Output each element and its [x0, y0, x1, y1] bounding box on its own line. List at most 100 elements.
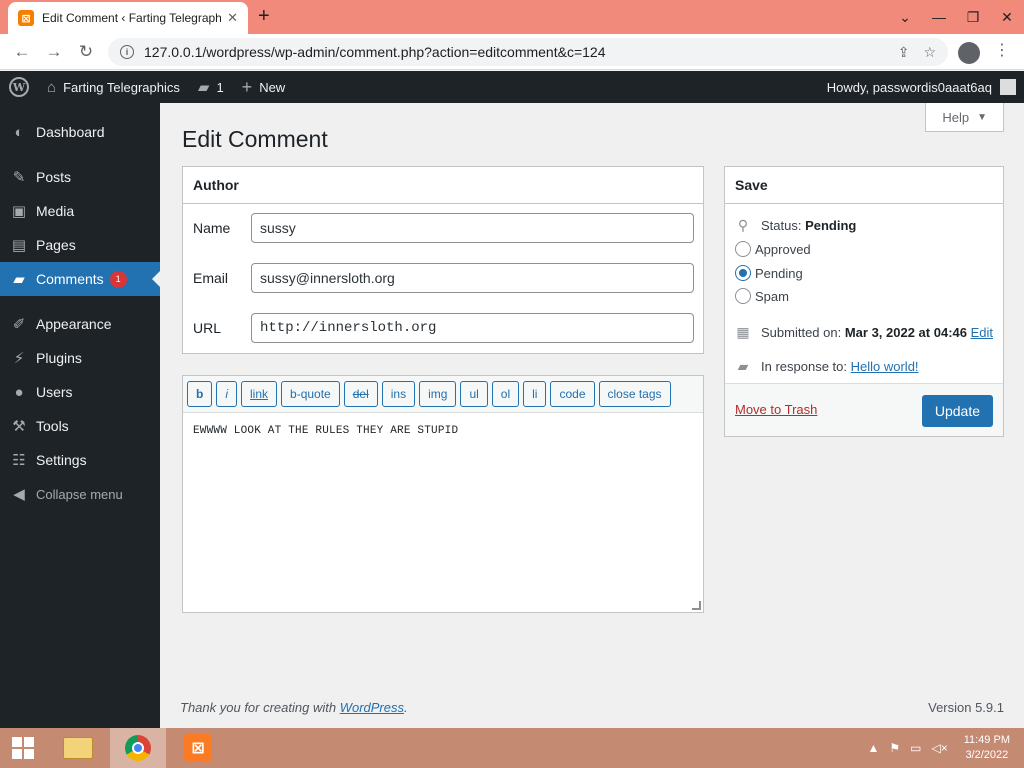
update-button[interactable]: Update: [921, 395, 993, 427]
start-button[interactable]: [0, 728, 46, 768]
ol-button[interactable]: ol: [491, 381, 520, 407]
url-text[interactable]: 127.0.0.1/wordpress/wp-admin/comment.php…: [144, 44, 884, 60]
email-row: Email sussy@innersloth.org: [193, 263, 695, 293]
sidebar-item-label: Plugins: [36, 350, 82, 366]
del-button[interactable]: del: [343, 381, 378, 407]
status-value: Pending: [805, 218, 857, 233]
close-tags-button[interactable]: close tags: [598, 381, 671, 407]
taskbar-xampp[interactable]: ⊠: [170, 728, 226, 768]
new-tab-icon[interactable]: +: [258, 5, 270, 28]
sidebar-item-users[interactable]: ● Users: [0, 375, 160, 409]
share-icon[interactable]: ⇪: [898, 44, 910, 61]
forward-icon[interactable]: →: [38, 36, 70, 68]
clock[interactable]: 11:49 PM 3/2/2022: [964, 733, 1010, 763]
new-content-link[interactable]: + New: [233, 71, 295, 103]
users-icon: ●: [14, 383, 24, 401]
submitted-label: Submitted on:: [761, 325, 842, 340]
submitted-value: Mar 3, 2022 at 04:46: [844, 325, 967, 340]
response-row: ▰ In response to: Hello world!: [735, 358, 919, 375]
comment-bubble-icon: ▰: [197, 79, 210, 96]
minimize-icon[interactable]: —: [922, 0, 956, 34]
chrome-icon: [125, 735, 151, 761]
li-button[interactable]: li: [523, 381, 547, 407]
volume-icon[interactable]: ◁×: [931, 741, 947, 755]
comments-link[interactable]: ▰ 1: [189, 71, 233, 103]
browser-toolbar: ← → ↻ i 127.0.0.1/wordpress/wp-admin/com…: [0, 34, 1024, 70]
sidebar-item-label: Tools: [36, 418, 69, 434]
url-field[interactable]: http://innersloth.org: [251, 313, 694, 343]
ins-button[interactable]: ins: [381, 381, 416, 407]
sidebar-item-posts[interactable]: ✎ Posts: [0, 160, 160, 194]
blockquote-button[interactable]: b-quote: [281, 381, 340, 407]
help-tab-button[interactable]: Help ▼: [925, 103, 1004, 132]
browser-tab[interactable]: ⊠ Edit Comment ‹ Farting Telegraphics ✕: [8, 2, 248, 34]
back-icon[interactable]: ←: [6, 36, 38, 68]
wrench-icon: ⚒: [12, 418, 26, 435]
sidebar-item-pages[interactable]: ▤ Pages: [0, 228, 160, 262]
brush-icon: ✐: [12, 316, 26, 333]
italic-button[interactable]: i: [216, 381, 238, 407]
comment-editor: b i link b-quote del ins img ul ol li co…: [182, 375, 704, 613]
profile-icon[interactable]: [958, 42, 980, 64]
sidebar-item-label: Dashboard: [36, 124, 105, 140]
pending-radio[interactable]: [735, 265, 751, 281]
edit-date-link[interactable]: Edit: [971, 325, 993, 340]
spam-option[interactable]: Spam: [735, 288, 789, 304]
approved-radio[interactable]: [735, 241, 751, 257]
kebab-menu-icon[interactable]: ⋮: [994, 40, 1010, 60]
bold-button[interactable]: b: [187, 381, 213, 407]
img-button[interactable]: img: [419, 381, 457, 407]
close-icon[interactable]: ✕: [227, 10, 238, 26]
response-post-link[interactable]: Hello world!: [851, 359, 919, 374]
link-button[interactable]: link: [241, 381, 278, 407]
address-bar[interactable]: i 127.0.0.1/wordpress/wp-admin/comment.p…: [108, 38, 948, 66]
pending-option[interactable]: Pending: [735, 265, 803, 281]
taskbar-explorer[interactable]: [50, 728, 106, 768]
close-window-icon[interactable]: ✕: [990, 0, 1024, 34]
network-icon[interactable]: ▭: [910, 741, 921, 755]
wp-logo-menu[interactable]: W: [0, 71, 38, 103]
sidebar-item-comments[interactable]: ▰ Comments 1: [0, 262, 160, 296]
star-icon[interactable]: ☆: [923, 44, 936, 61]
approved-option[interactable]: Approved: [735, 241, 811, 257]
collapse-icon: ◀: [13, 486, 25, 503]
sidebar-item-tools[interactable]: ⚒ Tools: [0, 409, 160, 443]
my-account-menu[interactable]: Howdy, passwordis0aaat6aq: [827, 71, 1016, 103]
name-field[interactable]: sussy: [251, 213, 694, 243]
sidebar-item-dashboard[interactable]: ◐ Dashboard: [0, 115, 160, 149]
xampp-icon: ⊠: [184, 734, 212, 762]
sidebar-item-appearance[interactable]: ✐ Appearance: [0, 307, 160, 341]
footer-thanks-text: Thank you for creating with: [180, 700, 337, 715]
home-icon: ⌂: [47, 78, 57, 96]
wordpress-link[interactable]: WordPress: [340, 700, 404, 715]
help-label: Help: [942, 109, 970, 125]
email-field[interactable]: sussy@innersloth.org: [251, 263, 694, 293]
plus-icon: +: [241, 76, 253, 97]
pages-icon: ▤: [11, 237, 27, 254]
sidebar-item-media[interactable]: ▣ Media: [0, 194, 160, 228]
move-to-trash-link[interactable]: Move to Trash: [735, 402, 817, 417]
admin-sidebar: ◐ Dashboard ✎ Posts ▣ Media ▤ Pages ▰ Co…: [0, 103, 160, 728]
page-title: Edit Comment: [182, 126, 328, 152]
chevron-up-icon[interactable]: ▲: [867, 741, 879, 755]
ul-button[interactable]: ul: [460, 381, 488, 407]
info-icon[interactable]: i: [120, 45, 134, 59]
comment-bubble-icon: ▰: [737, 358, 749, 374]
new-label: New: [259, 79, 286, 95]
code-button[interactable]: code: [550, 381, 595, 407]
resize-handle[interactable]: [692, 601, 701, 610]
system-tray: ▲ ⚑ ▭ ◁× 11:49 PM 3/2/2022: [867, 728, 1024, 768]
sidebar-item-settings[interactable]: ☷ Settings: [0, 443, 160, 477]
site-name-link[interactable]: ⌂ Farting Telegraphics: [38, 71, 189, 103]
chevron-down-icon[interactable]: ⌄: [888, 0, 922, 34]
taskbar-chrome[interactable]: [110, 728, 166, 768]
flag-icon[interactable]: ⚑: [889, 741, 900, 755]
settings-icon: ☷: [12, 452, 26, 469]
collapse-menu-button[interactable]: ◀ Collapse menu: [0, 477, 160, 511]
comment-textarea[interactable]: EWWWW LOOK AT THE RULES THEY ARE STUPID: [183, 413, 703, 449]
sidebar-item-plugins[interactable]: ⚡ Plugins: [0, 341, 160, 375]
reload-icon[interactable]: ↻: [70, 36, 102, 68]
restore-icon[interactable]: ❐: [956, 0, 990, 34]
spam-label: Spam: [755, 288, 789, 304]
spam-radio[interactable]: [735, 288, 751, 304]
